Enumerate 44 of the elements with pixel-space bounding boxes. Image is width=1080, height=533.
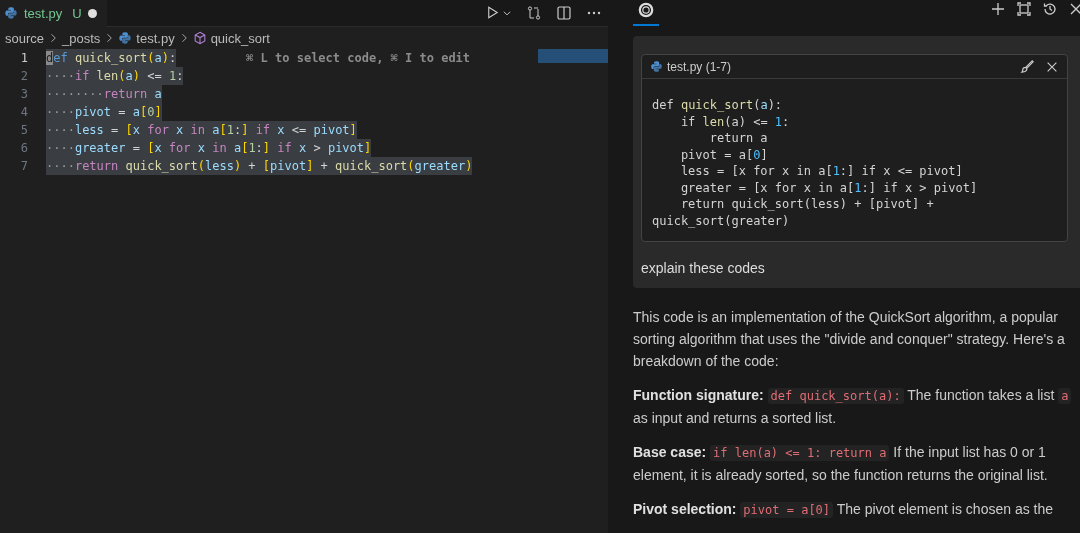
line-number: 2: [19, 68, 29, 85]
history-icon[interactable]: [1042, 1, 1058, 17]
ring-icon: [637, 1, 655, 19]
code-line: quick_sort(greater): [652, 212, 791, 229]
answer-paragraph: Pivot selection: pivot = a[0] The pivot element is chosen as the: [633, 500, 1055, 520]
breadcrumb-item[interactable]: source: [5, 30, 45, 46]
brush-icon[interactable]: [1020, 59, 1035, 74]
split-editor-icon[interactable]: [556, 4, 572, 21]
breadcrumb-item[interactable]: quick_sort: [192, 30, 270, 46]
answer-paragraph: Function signature: def quick_sort(a): The function takes a list a as input and returns a sorted list.: [633, 384, 1078, 429]
close-icon[interactable]: [1068, 1, 1080, 17]
plus-icon[interactable]: [990, 1, 1006, 17]
chat-tab[interactable]: [633, 0, 659, 26]
code-line: if len(a) <= 1:: [679, 113, 791, 130]
line-number: 6: [19, 140, 29, 157]
line-number: 7: [19, 158, 29, 175]
maximize-icon[interactable]: [1016, 1, 1032, 17]
file-type-icon: [4, 6, 18, 20]
diff-icon[interactable]: [526, 4, 542, 21]
tab-filename: test.py: [24, 5, 63, 21]
line-number: 3: [19, 86, 29, 103]
line-number: 1: [19, 50, 29, 67]
code-line: def quick_sort(a):: [652, 97, 784, 114]
code-line: return a: [708, 130, 769, 147]
inline-hint: ⌘ L to select code, ⌘ I to edit: [246, 50, 471, 67]
breadcrumb-item[interactable]: test.py: [118, 30, 175, 46]
line-number: 4: [19, 104, 29, 121]
cube-icon: [192, 31, 207, 45]
breadcrumb-item[interactable]: _posts: [62, 30, 101, 46]
code-line: greater = [x for x in a[1:] if x > pivot]: [679, 179, 979, 196]
play-icon[interactable]: [485, 5, 500, 20]
code-line: pivot = a[0]: [679, 146, 769, 163]
answer-paragraph: This code is an implementation of the QuickSort algorithm, a popular sorting algorithm that uses the "divide and conquer" strategy. Here's a breakdown of the code:: [633, 308, 1066, 371]
file-type-icon: [650, 60, 663, 73]
editor-tab[interactable]: test.py U: [0, 0, 107, 26]
user-message: explain these codes: [641, 260, 766, 276]
answer-paragraph: Base case: if len(a) <= 1: return a If the input list has 0 or 1 element, it is already sorted, so the function returns the original list.: [633, 443, 1049, 485]
git-status: U: [72, 5, 82, 21]
minimap-highlight: [538, 49, 608, 63]
line-number: 5: [19, 122, 29, 139]
context-title: test.py (1-7): [667, 59, 733, 74]
code-line: less = [x for x in a[1:] if x <= pivot]: [679, 163, 964, 180]
code-line: return quick_sort(less) + [pivot] +: [679, 196, 935, 213]
file-type-icon: [118, 31, 133, 45]
